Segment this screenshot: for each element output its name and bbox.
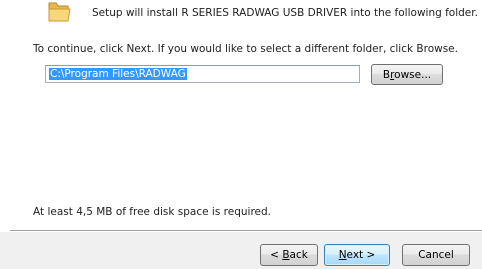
back-label-post: ack — [289, 249, 308, 261]
next-button[interactable]: Next > — [324, 244, 390, 266]
back-button[interactable]: < Back — [260, 244, 318, 266]
header-row: Setup will install R SERIES RADWAG USB D… — [0, 0, 482, 30]
browse-label-pre: B — [382, 69, 391, 81]
instruction-text: To continue, click Next. If you would li… — [33, 43, 458, 55]
destination-folder-input[interactable]: C:\Program Files\RADWAG — [45, 65, 360, 83]
destination-folder-value: C:\Program Files\RADWAG — [49, 68, 187, 80]
next-label-post: ext > — [346, 249, 376, 261]
cancel-button[interactable]: Cancel — [402, 244, 470, 266]
next-label-accel: N — [338, 249, 347, 261]
footer-divider — [10, 230, 482, 232]
disk-space-text: At least 4,5 MB of free disk space is re… — [33, 206, 271, 218]
folder-icon — [46, 0, 72, 24]
browse-button[interactable]: Browse... — [371, 64, 443, 85]
back-label-accel: B — [282, 249, 290, 261]
browse-label-post: owse... — [394, 69, 432, 81]
header-text: Setup will install R SERIES RADWAG USB D… — [92, 7, 478, 19]
back-label-pre: < — [270, 249, 283, 261]
setup-wizard-page: Setup will install R SERIES RADWAG USB D… — [0, 0, 482, 269]
